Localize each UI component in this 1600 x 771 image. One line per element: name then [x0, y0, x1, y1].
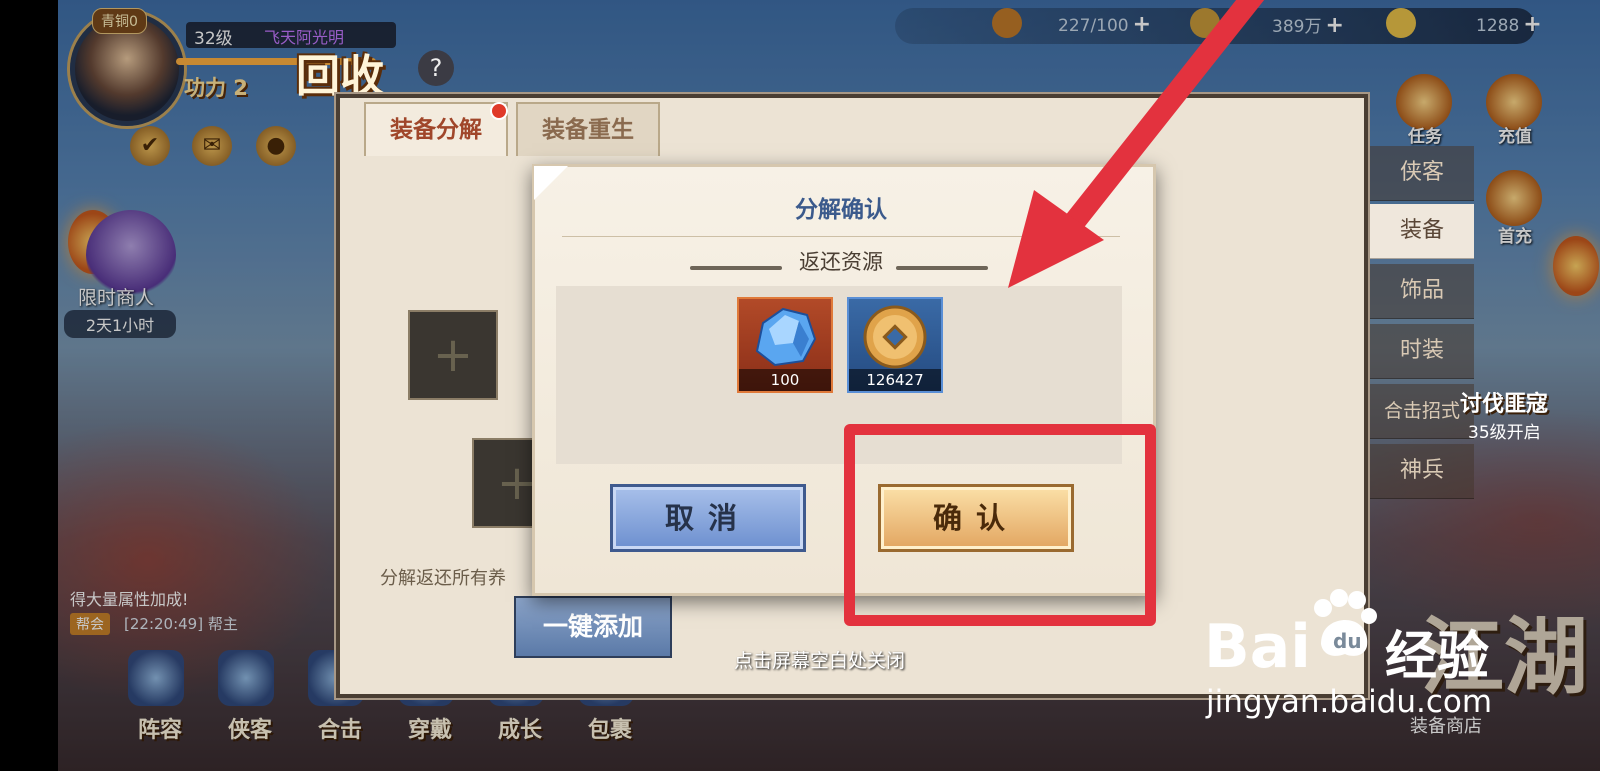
svg-text:du: du: [1333, 629, 1362, 653]
watermark-url: jingyan.baidu.com: [1206, 684, 1493, 720]
baidu-paw-icon: du: [1314, 589, 1377, 656]
watermark-product: 经验: [1385, 627, 1490, 687]
watermark-brand: Bai: [1204, 612, 1311, 682]
